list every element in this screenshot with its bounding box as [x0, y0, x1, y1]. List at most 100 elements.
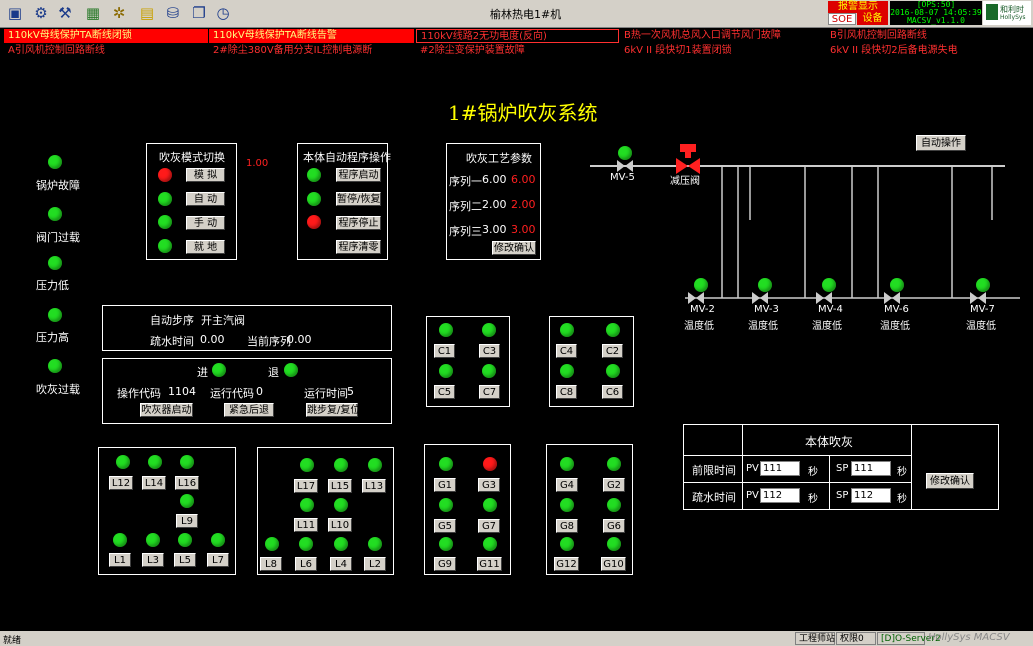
mv2-valve-icon[interactable] — [688, 292, 696, 304]
sp-field[interactable]: 111 — [851, 461, 891, 476]
alarm-item[interactable]: #2除尘变保护装置故障 — [416, 44, 619, 58]
mv5-valve-icon[interactable] — [617, 160, 625, 172]
pv-label: PV — [746, 463, 759, 474]
blower-button[interactable]: L9 — [176, 514, 198, 528]
blower-button[interactable]: C8 — [556, 385, 577, 399]
pv-field[interactable]: 112 — [760, 488, 800, 503]
param-confirm-button[interactable]: 修改确认 — [492, 241, 536, 255]
blower-button[interactable]: G7 — [478, 519, 500, 533]
blower-button[interactable]: C2 — [602, 344, 623, 358]
alarm-item[interactable]: B热一次风机总风入口调节风门故障 — [620, 29, 825, 43]
blower-start-button[interactable]: 吹灰器启动 — [140, 403, 193, 417]
blower-button[interactable]: C1 — [434, 344, 455, 358]
program-start-button[interactable]: 程序启动 — [336, 168, 381, 182]
blower-button[interactable]: L3 — [142, 553, 164, 567]
blower-button[interactable]: L5 — [174, 553, 196, 567]
alarm-item[interactable]: 110kV母线保护TA断线告警 — [209, 29, 414, 43]
book-icon[interactable]: ❐ — [188, 3, 210, 23]
pv-unit: 秒 — [808, 467, 818, 478]
blower-button[interactable]: L1 — [109, 553, 131, 567]
logo-mark-icon — [986, 4, 998, 20]
blower-button[interactable]: L7 — [207, 553, 229, 567]
blower-button[interactable]: C7 — [479, 385, 500, 399]
emergency-retreat-button[interactable]: 紧急后退 — [224, 403, 274, 417]
chart-icon[interactable]: ▦ — [82, 3, 104, 23]
blower-button[interactable]: G3 — [478, 478, 500, 492]
reducer-valve-icon[interactable] — [676, 144, 700, 174]
alarm-item[interactable]: 2#除尘380V备用分支IL控制电源断 — [209, 44, 414, 58]
clock-icon[interactable]: ◷ — [212, 3, 234, 23]
blower-button[interactable]: L17 — [294, 479, 318, 493]
skip-reset-button[interactable]: 跳步复/复位 — [306, 403, 360, 417]
blower-button[interactable]: L4 — [330, 557, 352, 571]
body-blow-confirm-button[interactable]: 修改确认 — [926, 473, 974, 489]
blower-button[interactable]: G5 — [434, 519, 456, 533]
blower-button[interactable]: G9 — [434, 557, 456, 571]
blower-button[interactable]: L8 — [260, 557, 282, 571]
mv7-valve-icon[interactable] — [978, 292, 986, 304]
blower-button[interactable]: L6 — [295, 557, 317, 571]
blower-button[interactable]: G2 — [603, 478, 625, 492]
blower-button[interactable]: G8 — [556, 519, 578, 533]
mv2-valve-icon[interactable] — [696, 292, 704, 304]
auto-button[interactable]: 自 动 — [186, 192, 225, 206]
blower-button[interactable]: C6 — [602, 385, 623, 399]
blower-indicator — [482, 364, 496, 378]
mv4-valve-icon[interactable] — [816, 292, 824, 304]
monitor-icon[interactable]: ▣ — [4, 3, 26, 23]
tools-icon[interactable]: ⚙ — [30, 3, 52, 23]
alarm-item[interactable]: 6kV II 段快切2后备电源失电 — [826, 44, 1031, 58]
mv5-valve-icon[interactable] — [625, 160, 633, 172]
mv4-valve-icon[interactable] — [824, 292, 832, 304]
blower-button[interactable]: C3 — [479, 344, 500, 358]
blower-button[interactable]: G11 — [477, 557, 502, 571]
alarm-item[interactable]: 6kV II 段快切1装置闭锁 — [620, 44, 825, 58]
blower-button[interactable]: L12 — [109, 476, 133, 490]
alarm-item[interactable]: 110kV母线保护TA断线闭锁 — [4, 29, 208, 43]
mv7-valve-icon[interactable] — [970, 292, 978, 304]
local-button[interactable]: 就 地 — [186, 240, 225, 254]
blower-button[interactable]: L13 — [362, 479, 386, 493]
blower-button[interactable]: L15 — [328, 479, 352, 493]
pv-field[interactable]: 111 — [760, 461, 800, 476]
blower-button[interactable]: G10 — [601, 557, 626, 571]
simulate-button[interactable]: 模 拟 — [186, 168, 225, 182]
blower-button[interactable]: G6 — [603, 519, 625, 533]
alarm-item[interactable]: B引风机控制回路断线 — [826, 29, 1031, 43]
device-button[interactable]: 设备 — [857, 13, 888, 25]
alarm-item[interactable]: A引风机控制回路断线 — [4, 44, 208, 58]
gear-icon[interactable]: ✲ — [108, 3, 130, 23]
page-title: 1#锅炉吹灰系统 — [448, 101, 598, 125]
program-stop-button[interactable]: 程序停止 — [336, 216, 381, 230]
mv6-valve-icon[interactable] — [884, 292, 892, 304]
manual-button[interactable]: 手 动 — [186, 216, 225, 230]
runtime-label: 运行时间 — [304, 387, 348, 400]
status-bar: 就绪 工程师站 权限0 [D]O-Server2 HollySys MACSV — [0, 631, 1033, 646]
blower-button[interactable]: C5 — [434, 385, 455, 399]
database-icon[interactable]: ⛁ — [162, 3, 184, 23]
status-label: 压力高 — [36, 331, 69, 344]
mv3-valve-icon[interactable] — [752, 292, 760, 304]
mv3-valve-icon[interactable] — [760, 292, 768, 304]
program-clear-button[interactable]: 程序清零 — [336, 240, 381, 254]
blower-button[interactable]: G4 — [556, 478, 578, 492]
blower-button[interactable]: G1 — [434, 478, 456, 492]
pause-resume-button[interactable]: 暂停/恢复 — [336, 192, 381, 206]
blower-button[interactable]: L10 — [328, 518, 352, 532]
soe-button[interactable]: SOE — [828, 13, 856, 25]
blower-button[interactable]: L11 — [294, 518, 318, 532]
config-icon[interactable]: ⚒ — [54, 3, 76, 23]
blower-indicator — [560, 364, 574, 378]
step-value: 开主汽阀 — [201, 314, 245, 327]
blower-button[interactable]: L2 — [364, 557, 386, 571]
blower-button[interactable]: L16 — [175, 476, 199, 490]
blower-button[interactable]: G12 — [554, 557, 579, 571]
alarm-item[interactable]: 110kV线路2无功电度(反向) — [416, 29, 619, 43]
blower-button[interactable]: L14 — [142, 476, 166, 490]
blower-button[interactable]: C4 — [556, 344, 577, 358]
param-row-label: 序列三 — [449, 225, 482, 238]
alarm-show-button[interactable]: 报警显示 — [828, 1, 888, 13]
mv6-valve-icon[interactable] — [892, 292, 900, 304]
keyboard-icon[interactable]: ▤ — [136, 3, 158, 23]
sp-field[interactable]: 112 — [851, 488, 891, 503]
